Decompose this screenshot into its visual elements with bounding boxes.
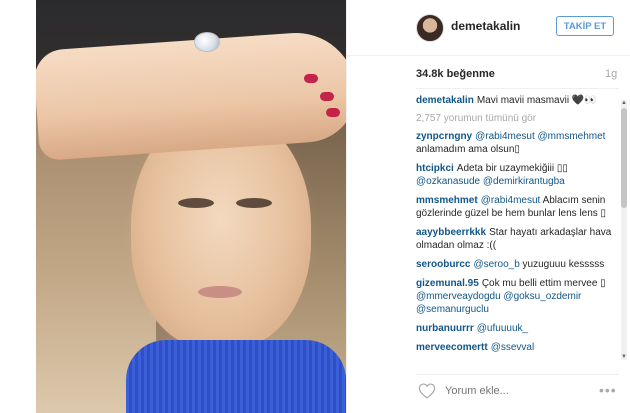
- comment-username[interactable]: aayybbeerrkkk: [416, 227, 486, 238]
- post-sidebar: demetakalin TAKİP ET 34.8k beğenme 1g de…: [346, 0, 630, 413]
- comment-username[interactable]: gizemunal.95: [416, 278, 479, 289]
- list-item: merveecomertt @ssevval: [416, 341, 616, 354]
- photo-hand: [36, 28, 346, 162]
- comment-mention[interactable]: @seroo_b: [473, 259, 519, 270]
- photo-nail: [304, 74, 318, 83]
- scroll-down-arrow-icon[interactable]: ▼: [621, 354, 627, 360]
- comment-text: Adeta bir uzaymekiğiii ▯▯: [456, 163, 568, 174]
- photo-ring: [194, 32, 220, 52]
- post-photo[interactable]: [36, 0, 346, 413]
- photo-lips: [198, 286, 242, 298]
- photo-nail: [326, 108, 340, 117]
- comment-text: anlamadım ama olsun▯: [416, 144, 520, 155]
- caption-username[interactable]: demetakalin: [416, 95, 474, 106]
- instagram-post-card: demetakalin TAKİP ET 34.8k beğenme 1g de…: [0, 0, 630, 413]
- post-footer: •••: [416, 374, 619, 407]
- comment-mention[interactable]: @ssevval: [491, 342, 535, 353]
- comment-username[interactable]: nurbanuurrr: [416, 323, 474, 334]
- heart-icon[interactable]: [418, 383, 436, 399]
- scroll-thumb[interactable]: [621, 108, 627, 208]
- comment-mention[interactable]: @mmerveaydogdu @goksu_ozdemir @semanurgu…: [416, 291, 581, 315]
- list-item: gizemunal.95 Çok mu belli ettim mervee ▯ …: [416, 277, 616, 316]
- photo-eye-left: [178, 198, 214, 208]
- comment-text: Çok mu belli ettim mervee ▯: [481, 278, 606, 289]
- list-item: serooburcc @seroo_b yuzuguuu kesssss: [416, 258, 616, 271]
- comment-username[interactable]: zynpcrngny: [416, 131, 472, 142]
- follow-button[interactable]: TAKİP ET: [556, 16, 614, 36]
- comment-list: demetakalin Mavi mavii masmavii 🖤👀 2,757 …: [416, 94, 616, 366]
- post-header: demetakalin TAKİP ET: [347, 0, 630, 56]
- divider: [416, 88, 619, 89]
- comment-mention[interactable]: @ozkanasude @demirkirantugba: [416, 176, 565, 187]
- caption-text: Mavi mavii masmavii: [476, 95, 570, 106]
- likes-count[interactable]: 34.8k beğenme: [416, 68, 495, 80]
- comment-mention[interactable]: @ufuuuuk_: [477, 323, 528, 334]
- photo-sweater: [126, 340, 346, 413]
- comments-scrollbar[interactable]: ▲ ▼: [621, 100, 627, 360]
- list-item: aayybbeerrkkk Star hayatı arkadaşlar hava…: [416, 226, 616, 252]
- list-item: nurbanuurrr @ufuuuuk_: [416, 322, 616, 335]
- comment-text: yuzuguuu kesssss: [522, 259, 605, 270]
- comment-username[interactable]: htcipkci: [416, 163, 454, 174]
- list-item: htcipkci Adeta bir uzaymekiğiii ▯▯ @ozkan…: [416, 162, 616, 188]
- caption: demetakalin Mavi mavii masmavii 🖤👀: [416, 94, 616, 107]
- comment-input[interactable]: [445, 383, 585, 399]
- more-options-icon[interactable]: •••: [599, 382, 617, 398]
- likes-row: 34.8k beğenme 1g: [416, 68, 617, 82]
- comment-username[interactable]: merveecomertt: [416, 342, 488, 353]
- list-item: mmsmehmet @rabi4mesut Ablacım senin gözle…: [416, 194, 616, 220]
- comment-username[interactable]: mmsmehmet: [416, 195, 478, 206]
- post-username[interactable]: demetakalin: [451, 19, 520, 33]
- comment-username[interactable]: serooburcc: [416, 259, 470, 270]
- view-all-comments-link[interactable]: 2,757 yorumun tümünü gör: [416, 113, 616, 124]
- comment-mention[interactable]: @rabi4mesut: [481, 195, 541, 206]
- comment-mention[interactable]: @rabi4mesut @mmsmehmet: [475, 131, 605, 142]
- caption-emoji: 🖤👀: [571, 95, 597, 106]
- list-item: zynpcrngny @rabi4mesut @mmsmehmet anlamad…: [416, 130, 616, 156]
- scroll-up-arrow-icon[interactable]: ▲: [621, 100, 627, 106]
- photo-nail: [320, 92, 334, 101]
- avatar[interactable]: [416, 14, 444, 42]
- post-time[interactable]: 1g: [605, 68, 617, 80]
- photo-eye-right: [236, 198, 272, 208]
